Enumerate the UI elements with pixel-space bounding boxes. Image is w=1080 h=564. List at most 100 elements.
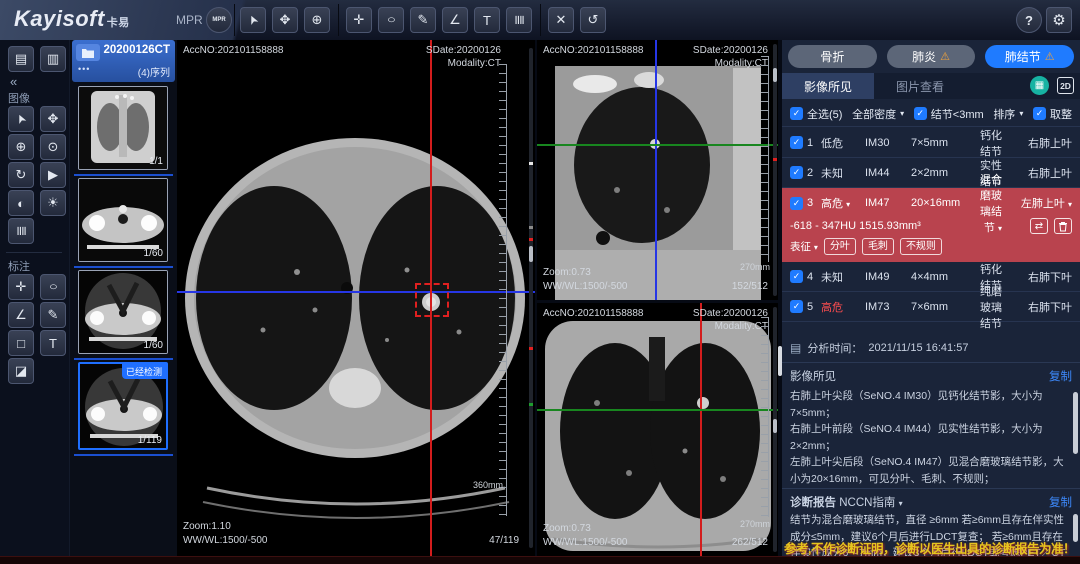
round-checkbox[interactable]: ✓取整 <box>1033 106 1072 122</box>
axial-scroll-thumb[interactable] <box>529 246 533 262</box>
reset-view-button[interactable]: ↺ <box>580 7 606 33</box>
nodule-feature-row: 表征 ▾ 分叶 毛刺 不规则 <box>782 238 1080 255</box>
small-nodule-label: 结节<3mm <box>931 106 984 122</box>
pan-tool-button[interactable]: ✥ <box>272 7 298 33</box>
tab-imaging-findings[interactable]: 影像所见 <box>782 73 874 99</box>
guideline-dropdown[interactable]: NCCN指南 ▾ <box>839 497 902 509</box>
cursor-tool-button[interactable]: ➤ <box>240 7 266 33</box>
sagittal-viewport[interactable]: AccNO:202101158888 SDate:20200126 Modali… <box>537 40 778 300</box>
sort-dropdown[interactable]: 排序▾ <box>993 106 1023 122</box>
coronal-viewport[interactable]: AccNO:202101158888 SDate:20200126 Modali… <box>537 303 778 556</box>
module-lung-nodule-button[interactable]: 肺结节⚠ <box>985 45 1074 68</box>
contrast-tool-button[interactable]: ◐ <box>8 190 34 216</box>
thumbnail-scout[interactable]: 1/1 <box>78 86 168 170</box>
angle-tool-button[interactable]: ∠ <box>442 7 468 33</box>
tab-label: 图片查看 <box>896 78 944 95</box>
feature-dropdown[interactable]: 表征 ▾ <box>790 239 818 254</box>
nodule-list-scrollbar[interactable] <box>778 346 782 376</box>
nodule-checkbox[interactable]: ✓ <box>790 270 803 283</box>
text-icon: T <box>49 336 57 351</box>
pan-tool-button[interactable]: ✥ <box>40 106 66 132</box>
cursor-tool-button[interactable]: ➤ <box>8 106 34 132</box>
help-button[interactable]: ? <box>1016 7 1042 33</box>
ruler-tool-button[interactable]: ✎ <box>410 7 436 33</box>
eraser-annot-button[interactable]: ◪ <box>8 358 34 384</box>
sagittal-crosshair-horizontal[interactable] <box>537 144 778 146</box>
nodule-row-main[interactable]: ✓ 3 高危 ▾ IM47 20×16mm 混合磨玻璃结节 ▾ 左肺上叶 ▾ <box>782 188 1080 214</box>
magnify-tool-button[interactable]: ⊙ <box>40 134 66 160</box>
text-annot-button[interactable]: T <box>40 330 66 356</box>
crosshair-tool-button[interactable]: ✛ <box>346 7 372 33</box>
thumbnail-series-3[interactable]: 1/60 <box>78 270 168 354</box>
sagittal-slice-counter: 152/512 <box>732 280 768 294</box>
select-all-checkbox[interactable]: ✓全选(5) <box>790 106 842 122</box>
copy-findings-button[interactable]: 复制 <box>1049 368 1072 384</box>
settings-button[interactable]: ⚙ <box>1046 7 1072 33</box>
text-tool-button[interactable]: T <box>474 7 500 33</box>
left-tool-rail: ▤ ▥ « 图像 ➤ ✥ ⊕ ⊙ ↻ ▶ ◐ ☀ ≣ 标注 ✛ ○ ∠ ✎ □ … <box>0 40 70 564</box>
nodule-checkbox[interactable]: ✓ <box>790 300 803 313</box>
nodule-row-3-selected[interactable]: ✓ 3 高危 ▾ IM47 20×16mm 混合磨玻璃结节 ▾ 左肺上叶 ▾ -… <box>782 188 1080 262</box>
nodule-type-dropdown[interactable]: 混合磨玻璃结节 ▾ <box>973 171 1002 235</box>
coronal-crosshair-vertical[interactable] <box>700 303 702 556</box>
density-dropdown[interactable]: 全部密度▾ <box>852 106 904 122</box>
sagittal-crosshair-vertical[interactable] <box>655 40 657 300</box>
nodule-risk-dropdown[interactable]: 高危 ▾ <box>821 195 865 211</box>
cursor-icon: ➤ <box>245 12 262 27</box>
collapse-rail-button[interactable]: « <box>10 74 17 89</box>
nodule-row-5[interactable]: ✓ 5 高危 IM73 7×6mm 纯磨玻璃结节 右肺下叶 <box>782 292 1080 322</box>
zoom-in-tool-button[interactable]: ⊕ <box>8 134 34 160</box>
levels-tool-button[interactable]: ≣ <box>506 7 532 33</box>
compare-button[interactable]: ⇄ <box>1030 218 1048 234</box>
module-pneumonia-button[interactable]: 肺炎⚠ <box>887 45 976 68</box>
nodule-checkbox[interactable]: ✓ <box>790 197 803 210</box>
crosshair-annot-button[interactable]: ✛ <box>8 274 34 300</box>
report-layout-button[interactable]: ▥ <box>40 46 66 72</box>
module-fracture-button[interactable]: 骨折 <box>788 45 877 68</box>
nodule-type: 纯磨玻璃结节 <box>973 283 1002 331</box>
small-nodule-checkbox[interactable]: ✓结节<3mm <box>914 106 984 122</box>
2d-mode-icon[interactable]: 2D <box>1057 77 1074 94</box>
sagittal-scroll-thumb[interactable] <box>773 68 777 82</box>
nodule-checkbox[interactable]: ✓ <box>790 136 803 149</box>
zoom-tool-button[interactable]: ⊕ <box>304 7 330 33</box>
nodule-row-2[interactable]: ✓ 2 未知 IM44 2×2mm 实性结节 右肺上叶 <box>782 158 1080 188</box>
rect-annot-button[interactable]: □ <box>8 330 34 356</box>
rotate-tool-button[interactable]: ↻ <box>8 162 34 188</box>
angle-annot-button[interactable]: ∠ <box>8 302 34 328</box>
copy-report-button[interactable]: 复制 <box>1049 494 1072 510</box>
feature-tag[interactable]: 毛刺 <box>862 238 894 255</box>
feature-tag[interactable]: 分叶 <box>824 238 856 255</box>
axial-crosshair-horizontal[interactable] <box>177 291 535 293</box>
axial-viewport[interactable]: AccNO:202101158888 SDate:20200126 Modali… <box>177 40 535 556</box>
ruler-annot-button[interactable]: ✎ <box>40 302 66 328</box>
mpr-icon[interactable]: MPR <box>206 7 232 33</box>
brightness-tool-button[interactable]: ☀ <box>40 190 66 216</box>
axial-scrollbar[interactable] <box>529 48 533 548</box>
study-header[interactable]: 20200126CT ••• (4)序列 <box>72 40 175 82</box>
coronal-crosshair-horizontal[interactable] <box>537 409 778 411</box>
series-list-button[interactable]: ▤ <box>8 46 34 72</box>
thumbnail-series-2[interactable]: 1/60 <box>78 178 168 262</box>
nodule-location-dropdown[interactable]: 左肺上叶 ▾ <box>1002 195 1072 211</box>
zoom-in-icon: ⊕ <box>312 12 323 28</box>
more-dots-icon[interactable]: ••• <box>78 64 90 74</box>
feature-tag[interactable]: 不规则 <box>900 238 942 255</box>
nodule-bounding-box[interactable] <box>415 283 449 317</box>
nodule-checkbox[interactable]: ✓ <box>790 166 803 179</box>
delete-annotation-button[interactable]: ✕ <box>548 7 574 33</box>
nodule-row-4[interactable]: ✓ 4 未知 IM49 4×4mm 钙化结节 右肺下叶 <box>782 262 1080 292</box>
coronal-scroll-thumb[interactable] <box>773 419 777 433</box>
annotation-tools-section-title: 标注 <box>8 258 30 274</box>
thumbnail-series-4-selected[interactable]: 已经检测 1/119 <box>78 362 168 450</box>
film-report-icon[interactable]: ▦ <box>1030 76 1049 95</box>
delete-nodule-button[interactable] <box>1054 218 1072 234</box>
ellipse-tool-button[interactable]: ○ <box>378 7 404 33</box>
ellipse-annot-button[interactable]: ○ <box>40 274 66 300</box>
flip-tool-button[interactable]: ▶ <box>40 162 66 188</box>
tab-image-view[interactable]: 图片查看 <box>874 73 966 99</box>
axial-ct-image <box>177 40 535 556</box>
findings-scrollbar[interactable] <box>1073 392 1078 454</box>
levels-tool-button[interactable]: ≣ <box>8 218 34 244</box>
nodule-row-1[interactable]: ✓ 1 低危 IM30 7×5mm 钙化结节 右肺上叶 <box>782 128 1080 158</box>
